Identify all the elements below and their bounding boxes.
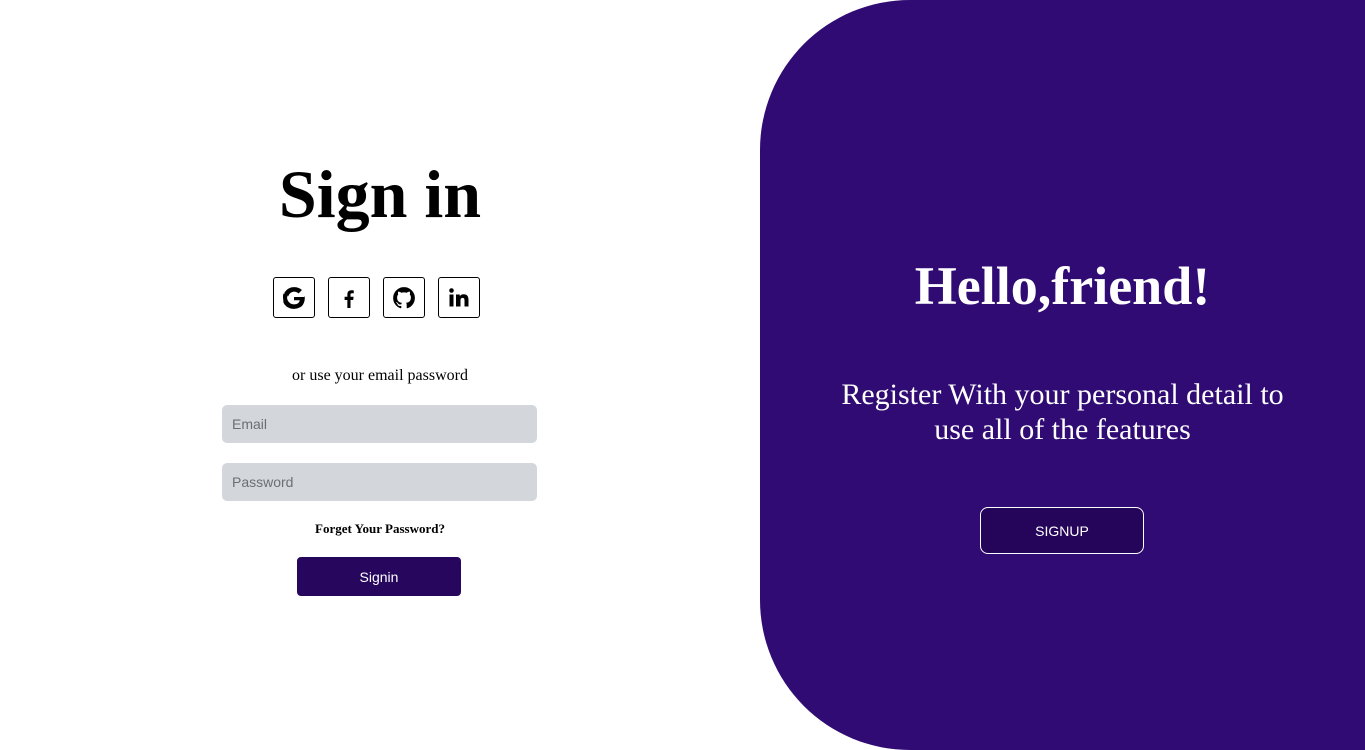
email-field[interactable] [222,405,537,443]
overlay-title: Hello,friend! [914,256,1211,316]
facebook-login-button[interactable] [328,277,370,318]
social-login-row [273,277,480,318]
facebook-icon [337,286,361,310]
linkedin-login-button[interactable] [438,277,480,318]
password-field[interactable] [222,463,537,501]
linkedin-icon [447,286,471,310]
overlay-description: Register With your personal detail to us… [841,378,1284,446]
signup-button[interactable]: SIGNUP [980,507,1144,554]
signin-title: Sign in [278,156,482,232]
signin-panel: Sign in or use your email password Email… [0,0,760,750]
google-icon [281,285,307,311]
signin-button[interactable]: Signin [297,557,461,596]
signup-overlay-panel: Hello,friend! Register With your persona… [760,0,1365,750]
google-login-button[interactable] [273,277,315,318]
forgot-password-link[interactable]: Forget Your Password? [0,520,760,537]
email-login-hint: or use your email password [292,367,468,384]
github-login-button[interactable] [383,277,425,318]
github-icon [391,285,417,311]
